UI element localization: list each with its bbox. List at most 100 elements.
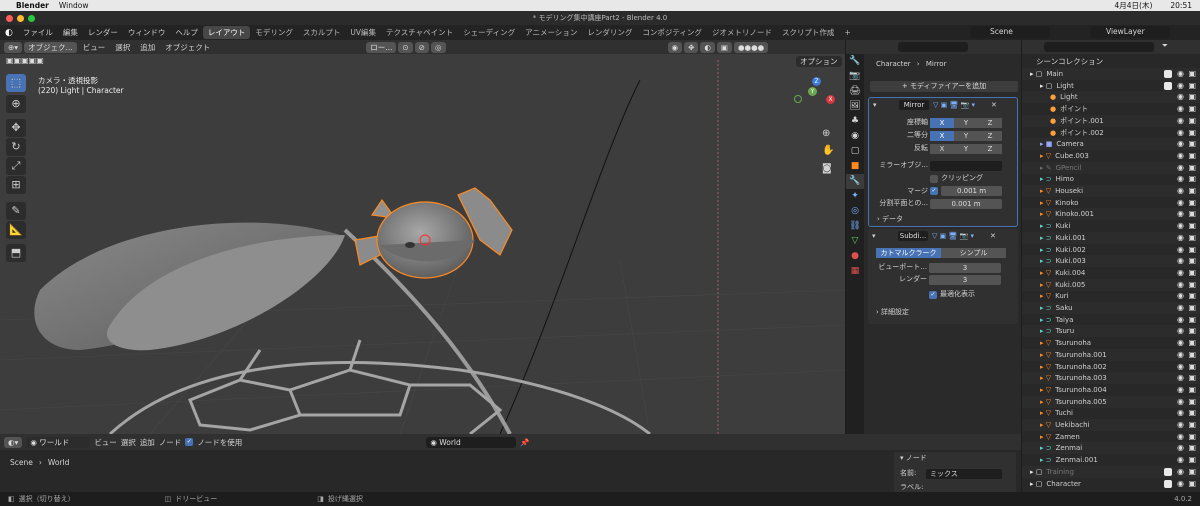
physics-tab-icon[interactable]: ◎ — [846, 204, 864, 219]
output-tab-icon[interactable]: 🖨 — [846, 84, 864, 99]
window-menu[interactable]: Window — [59, 1, 89, 10]
mirror-object-field[interactable] — [930, 161, 1002, 171]
add-cube-tool[interactable]: ⬒ — [6, 244, 26, 262]
close-window-button[interactable] — [6, 15, 13, 22]
pivot-icon[interactable]: ⊙ — [398, 41, 413, 53]
gizmo-neg-y-icon[interactable] — [794, 95, 802, 103]
visibility-eye-icon[interactable]: ◉ — [1177, 162, 1184, 174]
texture-tab-icon[interactable]: ▦ — [846, 264, 864, 279]
visibility-eye-icon[interactable]: ◉ — [1177, 255, 1184, 267]
outliner-row[interactable]: ▸ ▽ Tsurunoha.004 ◉ ▣ — [1022, 384, 1200, 396]
visibility-icon[interactable]: ◉ — [667, 41, 683, 53]
snap-icon[interactable]: ⊘ — [414, 41, 429, 53]
tab-shading[interactable]: シェーディング — [458, 26, 520, 39]
outliner-row[interactable]: ▸ ▢ Main ◉ ▣ — [1022, 68, 1200, 80]
render-camera-icon[interactable]: ▣ — [1188, 208, 1196, 220]
add-workspace-button[interactable]: + — [839, 26, 855, 39]
xray-icon[interactable]: ▣ — [716, 41, 732, 53]
render-camera-icon[interactable]: ▣ — [1188, 91, 1196, 103]
render-camera-icon[interactable]: ▣ — [1188, 431, 1196, 443]
tab-texture-paint[interactable]: テクスチャペイント — [381, 26, 458, 39]
visibility-eye-icon[interactable]: ◉ — [1177, 68, 1184, 80]
advanced-subpanel[interactable]: › 詳細設定 — [876, 307, 909, 318]
shading-solid-icon[interactable]: ●●●● — [734, 41, 769, 53]
material-tab-icon[interactable]: ● — [846, 249, 864, 264]
render-camera-icon[interactable]: ▣ — [1188, 290, 1196, 302]
menu-help[interactable]: ヘルプ — [170, 27, 203, 38]
render-camera-icon[interactable]: ▣ — [1188, 185, 1196, 197]
render-camera-icon[interactable]: ▣ — [1188, 173, 1196, 185]
menu-window[interactable]: ウィンドウ — [123, 27, 171, 38]
visibility-eye-icon[interactable]: ◉ — [1177, 173, 1184, 185]
render-camera-icon[interactable]: ▣ — [1188, 478, 1196, 490]
navigation-gizmo[interactable]: Z X Y — [792, 75, 840, 123]
visibility-eye-icon[interactable]: ◉ — [1177, 396, 1184, 408]
visibility-eye-icon[interactable]: ◉ — [1177, 279, 1184, 291]
render-camera-icon[interactable]: ▣ — [1188, 349, 1196, 361]
render-camera-icon[interactable]: ▣ — [1188, 244, 1196, 256]
mirror-toggle-icons[interactable]: ▽ ▣ 🖥 📷 ▾ — [933, 100, 975, 111]
select-box-tool[interactable]: ⬚ — [6, 74, 26, 92]
simple-toggle[interactable]: シンプル — [941, 248, 1006, 258]
visibility-eye-icon[interactable]: ◉ — [1177, 150, 1184, 162]
proportional-icon[interactable]: ◎ — [430, 41, 446, 53]
outliner-row[interactable]: ▸ ⊃ Kuki.001 ◉ ▣ — [1022, 231, 1200, 244]
outliner-row[interactable]: ▸ ▽ Tuchi ◉ ▣ — [1022, 407, 1200, 419]
subdiv-collapse-icon[interactable]: ▾ — [872, 232, 876, 240]
world-datablock-field[interactable]: ◉ World — [426, 436, 517, 448]
tab-rendering[interactable]: レンダリング — [582, 26, 637, 39]
render-camera-icon[interactable]: ▣ — [1188, 325, 1196, 337]
tab-compositing[interactable]: コンポジティング — [637, 26, 707, 39]
render-camera-icon[interactable]: ▣ — [1188, 279, 1196, 291]
render-camera-icon[interactable]: ▣ — [1188, 384, 1196, 396]
render-camera-icon[interactable]: ▣ — [1188, 407, 1196, 419]
select-mode-icons[interactable]: ▣▣▣▣▣ — [6, 56, 44, 65]
vp-menu-add[interactable]: 追加 — [136, 42, 159, 53]
exclude-checkbox[interactable] — [1164, 479, 1172, 488]
outliner-search-input[interactable] — [1044, 42, 1154, 52]
visibility-eye-icon[interactable]: ◉ — [1177, 419, 1184, 431]
overlay-icon[interactable]: ◐ — [700, 41, 715, 53]
render-camera-icon[interactable]: ▣ — [1188, 255, 1196, 267]
tab-sculpt[interactable]: スカルプト — [298, 26, 346, 39]
outliner-row[interactable]: ▸ ▽ Zamen ◉ ▣ — [1022, 431, 1200, 443]
mirror-name-field[interactable]: Mirror — [899, 100, 929, 110]
tab-geometry-nodes[interactable]: ジオメトリノード — [707, 26, 777, 39]
gizmo-z-icon[interactable]: Z — [812, 77, 821, 86]
outliner-row[interactable]: ▸ ■ Camera ◉ ▣ — [1022, 138, 1200, 151]
render-camera-icon[interactable]: ▣ — [1188, 220, 1196, 232]
render-camera-icon[interactable]: ▣ — [1188, 454, 1196, 466]
merge-checkbox[interactable]: ✓ — [930, 187, 938, 195]
viewport-levels-field[interactable]: 3 — [929, 263, 1001, 273]
world-tab-icon[interactable]: ◉ — [846, 129, 864, 144]
outliner-row[interactable]: ▸ ▽ Cube.003 ◉ ▣ — [1022, 150, 1200, 162]
outliner-row[interactable]: ▸ ▽ Houseki ◉ ▣ — [1022, 185, 1200, 197]
view-layer-tab-icon[interactable]: 🖼 — [846, 99, 864, 114]
outliner-row[interactable]: ● Light ◉ ▣ — [1022, 91, 1200, 104]
visibility-eye-icon[interactable]: ◉ — [1177, 127, 1184, 139]
app-menu[interactable]: Blender — [16, 1, 49, 10]
render-camera-icon[interactable]: ▣ — [1188, 80, 1196, 92]
render-camera-icon[interactable]: ▣ — [1188, 103, 1196, 115]
outliner-row[interactable]: ▸ ⊃ Kuki.003 ◉ ▣ — [1022, 255, 1200, 268]
vp-menu-select[interactable]: 選択 — [111, 42, 134, 53]
vp-menu-object[interactable]: オブジェクト — [161, 42, 214, 53]
scale-tool[interactable]: ⤢ — [6, 157, 26, 175]
exclude-checkbox[interactable] — [1164, 81, 1172, 90]
scene-tab-icon[interactable]: ♣ — [846, 114, 864, 129]
outliner-row[interactable]: ▸ ▽ Uekibachi ◉ ▣ — [1022, 419, 1200, 431]
mode-dropdown[interactable]: オブジェク... — [24, 41, 77, 53]
visibility-eye-icon[interactable]: ◉ — [1177, 384, 1184, 396]
rotate-tool[interactable]: ↻ — [6, 138, 26, 156]
exclude-checkbox[interactable] — [1164, 70, 1172, 78]
outliner-row[interactable]: ● ポイント.001 ◉ ▣ — [1022, 114, 1200, 127]
visibility-eye-icon[interactable]: ◉ — [1177, 349, 1184, 361]
render-camera-icon[interactable]: ▣ — [1188, 396, 1196, 408]
axis-y-toggle[interactable]: Y — [954, 118, 978, 128]
node-menu-select[interactable]: 選択 — [121, 437, 136, 448]
render-camera-icon[interactable]: ▣ — [1188, 466, 1196, 478]
visibility-eye-icon[interactable]: ◉ — [1177, 302, 1184, 314]
node-menu-add[interactable]: 追加 — [140, 437, 155, 448]
merge-distance-field[interactable]: 0.001 m — [941, 186, 1002, 196]
editor-type-button[interactable]: ⊕▾ — [4, 41, 23, 53]
